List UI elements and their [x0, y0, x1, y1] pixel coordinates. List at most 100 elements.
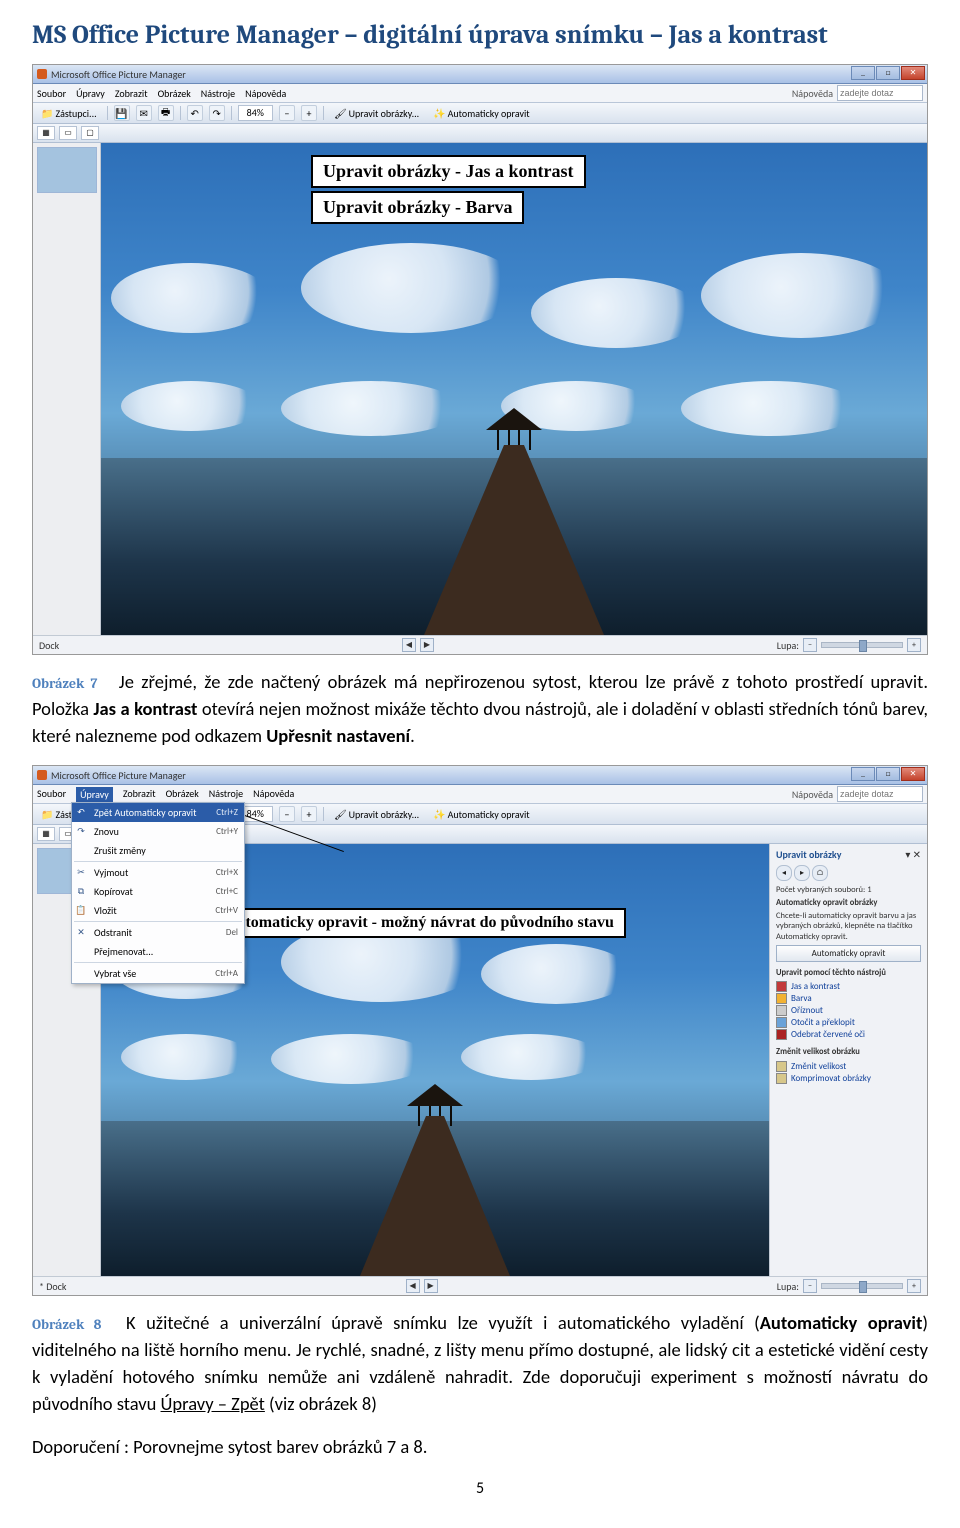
menu-soubor[interactable]: Soubor: [37, 787, 66, 802]
menu-item[interactable]: Přejmenovat...: [72, 942, 244, 961]
auto-heading: Automaticky opravit obrázky: [776, 898, 921, 909]
menu-napoveda[interactable]: Nápověda: [245, 87, 286, 100]
pane-tool-link[interactable]: Jas a kontrast: [776, 981, 921, 992]
auto-correct-button[interactable]: ✨ Automaticky opravit: [429, 806, 533, 823]
menu-item[interactable]: Vybrat všeCtrl+A: [72, 964, 244, 983]
minimize-button[interactable]: _: [851, 66, 875, 80]
undo-icon[interactable]: ↶: [187, 105, 203, 121]
help-search-input[interactable]: [837, 85, 923, 101]
menu-item-label: Přejmenovat...: [94, 945, 153, 958]
menu-item-label: Vyjmout: [94, 866, 128, 879]
zoom-plus-button[interactable]: +: [907, 1279, 921, 1293]
pane-tool-link[interactable]: Oříznout: [776, 1005, 921, 1016]
zoom-slider[interactable]: [821, 1283, 903, 1289]
zoom-in-icon[interactable]: +: [301, 806, 317, 822]
zoom-combo[interactable]: 84%: [238, 105, 273, 121]
close-button[interactable]: ✕: [901, 66, 925, 80]
caption-obrazek-8: Obrázek 8: [32, 1316, 101, 1333]
overlay-auto-opravit: Automaticky opravit - možný návrat do pů…: [213, 908, 626, 938]
menu-item-icon: 📋: [75, 905, 87, 917]
tool-label: Otočit a překlopit: [791, 1017, 855, 1028]
maximize-button[interactable]: □: [876, 767, 900, 781]
minimize-button[interactable]: _: [851, 767, 875, 781]
menu-zobrazit[interactable]: Zobrazit: [115, 87, 148, 100]
zoom-minus-button[interactable]: −: [803, 638, 817, 652]
tool-label: Odebrat červené oči: [791, 1029, 865, 1040]
close-button[interactable]: ✕: [901, 767, 925, 781]
menu-upravy[interactable]: Úpravy: [76, 787, 113, 802]
view-thumbnails-icon[interactable]: ▦: [37, 126, 55, 140]
overlay-jas-kontrast: Upravit obrázky - Jas a kontrast: [311, 155, 586, 188]
menu-item-shortcut: Del: [226, 927, 238, 938]
tool-swatch-icon: [776, 1061, 787, 1072]
edit-dropdown-menu: ↶Zpět Automaticky opravitCtrl+Z↷ZnovuCtr…: [71, 802, 245, 984]
window-buttons: _ □ ✕: [851, 767, 925, 781]
menu-napoveda[interactable]: Nápověda: [253, 787, 294, 802]
pane-back-icon[interactable]: ◂: [776, 865, 792, 881]
view-toolbar: ▦ ▭ ▢: [33, 124, 927, 143]
menu-nastroje[interactable]: Nástroje: [201, 87, 235, 100]
menu-item-label: Zpět Automaticky opravit: [94, 806, 196, 819]
view-single-icon[interactable]: ▢: [81, 126, 99, 140]
menu-zobrazit[interactable]: Zobrazit: [123, 787, 156, 802]
menu-item[interactable]: ⧉KopírovatCtrl+C: [72, 882, 244, 901]
menu-item[interactable]: Zrušit změny: [72, 841, 244, 860]
zoom-out-icon[interactable]: −: [279, 105, 295, 121]
paragraph-1: Obrázek 7 Je zřejmé, že zde načtený obrá…: [32, 669, 928, 749]
menu-item[interactable]: ↷ZnovuCtrl+Y: [72, 822, 244, 841]
window-title: Microsoft Office Picture Manager: [51, 769, 186, 782]
paragraph-2: Obrázek 8 K užitečné a univerzální úprav…: [32, 1310, 928, 1417]
shortcuts-button[interactable]: 📁 Zástupci...: [37, 105, 101, 122]
next-image-button[interactable]: ▶: [424, 1279, 438, 1293]
edit-images-button[interactable]: 🖌 Upravit obrázky...: [330, 105, 423, 122]
view-filmstrip-icon[interactable]: ▭: [59, 126, 77, 140]
thumbnail-strip: [33, 143, 101, 635]
mail-icon[interactable]: ✉: [136, 105, 152, 121]
help-search-input[interactable]: [837, 786, 923, 802]
menu-upravy[interactable]: Úpravy: [76, 87, 105, 100]
menu-item[interactable]: ✂VyjmoutCtrl+X: [72, 863, 244, 882]
save-icon[interactable]: 💾: [114, 105, 130, 121]
menu-item[interactable]: ↶Zpět Automaticky opravitCtrl+Z: [72, 803, 244, 822]
menu-soubor[interactable]: Soubor: [37, 87, 66, 100]
pane-tool-link[interactable]: Otočit a překlopit: [776, 1017, 921, 1028]
menu-item-icon: ↷: [75, 826, 87, 838]
pane-home-icon[interactable]: ⌂: [812, 865, 828, 881]
tool-swatch-icon: [776, 1029, 787, 1040]
pane-resize-link[interactable]: Změnit velikost: [776, 1061, 921, 1072]
redo-icon[interactable]: ↷: [209, 105, 225, 121]
zoom-plus-button[interactable]: +: [907, 638, 921, 652]
pier-graphic: [424, 400, 604, 635]
resize-heading: Změnit velikost obrázku: [776, 1047, 921, 1058]
pane-tool-link[interactable]: Odebrat červené oči: [776, 1029, 921, 1040]
prev-image-button[interactable]: ◀: [402, 638, 416, 652]
zoom-minus-button[interactable]: −: [803, 1279, 817, 1293]
menu-obrazek[interactable]: Obrázek: [158, 87, 191, 100]
menu-obrazek[interactable]: Obrázek: [166, 787, 199, 802]
next-image-button[interactable]: ▶: [420, 638, 434, 652]
tool-swatch-icon: [776, 1073, 787, 1084]
edit-images-button[interactable]: 🖌 Upravit obrázky...: [330, 806, 423, 823]
prev-image-button[interactable]: ◀: [406, 1279, 420, 1293]
auto-correct-button[interactable]: ✨ Automaticky opravit: [429, 105, 533, 122]
zoom-slider[interactable]: [821, 642, 903, 648]
menu-item[interactable]: 📋VložitCtrl+V: [72, 901, 244, 920]
pane-fwd-icon[interactable]: ▸: [794, 865, 810, 881]
menu-item-label: Vložit: [94, 904, 117, 917]
pane-close-icon[interactable]: ▾ ✕: [905, 848, 921, 861]
pane-resize-link[interactable]: Komprimovat obrázky: [776, 1073, 921, 1084]
menu-nastroje[interactable]: Nástroje: [209, 787, 243, 802]
print-icon[interactable]: 🖶: [158, 105, 174, 121]
menu-item[interactable]: ✕OdstranitDel: [72, 923, 244, 942]
zoom-in-icon[interactable]: +: [301, 105, 317, 121]
menu-item-label: Odstranit: [94, 926, 132, 939]
pane-tool-link[interactable]: Barva: [776, 993, 921, 1004]
zoom-out-icon[interactable]: −: [279, 806, 295, 822]
auto-correct-pane-button[interactable]: Automaticky opravit: [776, 945, 921, 962]
menu-item-shortcut: Ctrl+Z: [216, 807, 238, 818]
view-thumbnails-icon[interactable]: ▦: [37, 827, 55, 841]
maximize-button[interactable]: □: [876, 66, 900, 80]
pane-title: Upravit obrázky: [776, 848, 841, 861]
thumbnail[interactable]: [37, 147, 97, 193]
tool-swatch-icon: [776, 1017, 787, 1028]
